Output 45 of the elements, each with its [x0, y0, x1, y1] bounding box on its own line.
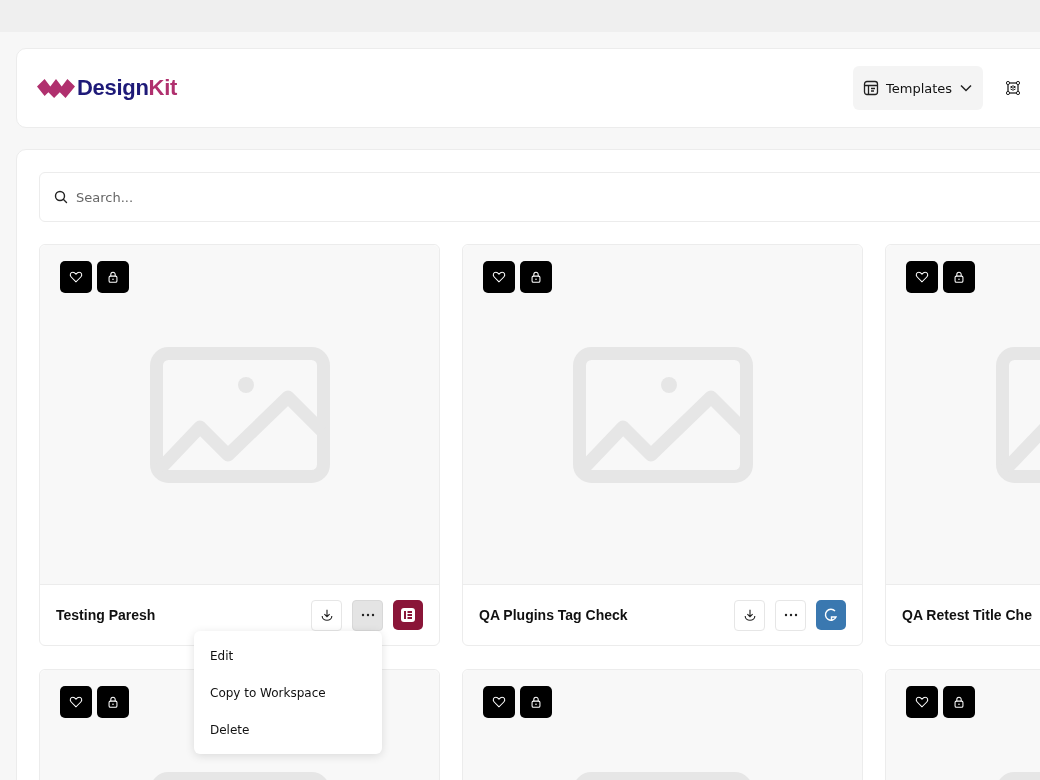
download-icon [742, 608, 757, 622]
favorite-button[interactable] [60, 686, 92, 718]
lock-button[interactable] [97, 686, 129, 718]
favorite-button[interactable] [906, 686, 938, 718]
e-logo-icon [400, 607, 416, 623]
favorite-button[interactable] [906, 261, 938, 293]
search-field[interactable]: Search... [39, 172, 1040, 222]
ellipsis-icon [360, 613, 375, 617]
card-title: Testing Paresh [56, 607, 156, 623]
logo-mark-icon [37, 76, 75, 100]
card-title: QA Plugins Tag Check [479, 607, 628, 623]
download-button[interactable] [734, 599, 765, 631]
menu-item[interactable]: Delete [194, 711, 382, 748]
lock-icon [106, 695, 120, 709]
download-button[interactable] [311, 599, 342, 631]
logo-text: DesignKit [77, 75, 177, 101]
favorite-button[interactable] [60, 261, 92, 293]
lock-icon [529, 270, 543, 284]
menu-item[interactable]: Copy to Workspace [194, 674, 382, 711]
search-icon [54, 190, 68, 204]
favorite-button[interactable] [483, 261, 515, 293]
lock-icon [952, 270, 966, 284]
templates-menu-button[interactable]: Templates [853, 66, 984, 110]
heart-icon [915, 270, 929, 284]
g-logo-icon [823, 607, 839, 623]
heart-icon [492, 695, 506, 709]
lock-icon [529, 695, 543, 709]
lock-icon [106, 270, 120, 284]
ellipsis-icon [783, 613, 798, 617]
lock-icon [952, 695, 966, 709]
layout-icon [863, 80, 879, 96]
lock-button[interactable] [97, 261, 129, 293]
lock-button[interactable] [943, 686, 975, 718]
heart-icon [915, 695, 929, 709]
heart-icon [69, 270, 83, 284]
favorite-button[interactable] [483, 686, 515, 718]
frame-icon [1005, 80, 1022, 96]
card-title: QA Retest Title Che [902, 607, 1032, 623]
lock-button[interactable] [520, 686, 552, 718]
menu-item[interactable]: Edit [194, 637, 382, 674]
heart-icon [69, 695, 83, 709]
lock-button[interactable] [520, 261, 552, 293]
heart-icon [492, 270, 506, 284]
download-icon [319, 608, 334, 622]
lock-button[interactable] [943, 261, 975, 293]
